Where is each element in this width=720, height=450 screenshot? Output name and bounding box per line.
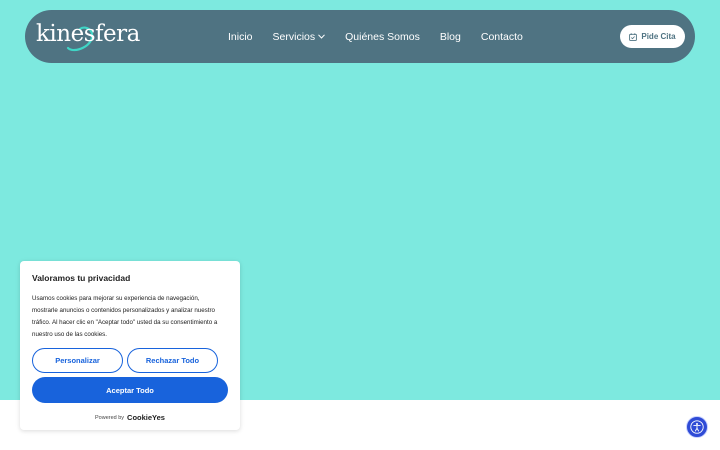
nav-inicio[interactable]: Inicio bbox=[228, 31, 253, 43]
customize-button[interactable]: Personalizar bbox=[32, 348, 123, 373]
nav-servicios-label: Servicios bbox=[272, 30, 316, 43]
powered-by-text: Powered by bbox=[95, 414, 125, 421]
accessibility-icon bbox=[690, 420, 704, 434]
nav-blog[interactable]: Blog bbox=[440, 31, 461, 43]
pide-cita-label: Pide Cita bbox=[641, 32, 676, 41]
nav-quienes-somos[interactable]: Quiénes Somos bbox=[345, 31, 420, 43]
nav-contacto[interactable]: Contacto bbox=[481, 31, 523, 43]
accept-all-label: Aceptar Todo bbox=[106, 385, 154, 395]
nav-inicio-label: Inicio bbox=[228, 30, 253, 43]
logo-text: kinesfera bbox=[36, 21, 140, 47]
pide-cita-button[interactable]: Pide Cita bbox=[620, 25, 685, 48]
cookieyes-logo[interactable]: CookieYes bbox=[127, 413, 165, 422]
cookie-button-row: Personalizar Rechazar Todo bbox=[32, 348, 218, 373]
main-nav: Inicio Servicios Quiénes Somos Blog Cont… bbox=[228, 10, 543, 63]
nav-blog-label: Blog bbox=[439, 30, 461, 43]
site-logo[interactable]: kinesfera bbox=[36, 18, 140, 56]
powered-by: Powered by CookieYes bbox=[20, 413, 240, 422]
cookie-consent-banner: Valoramos tu privacidad Usamos cookies p… bbox=[20, 261, 240, 430]
chevron-down-icon bbox=[318, 34, 325, 39]
accessibility-button[interactable] bbox=[686, 416, 708, 438]
nav-servicios[interactable]: Servicios bbox=[273, 31, 326, 43]
cookie-title: Valoramos tu privacidad bbox=[32, 273, 131, 283]
reject-all-label: Rechazar Todo bbox=[145, 356, 200, 365]
accept-all-button[interactable]: Aceptar Todo bbox=[32, 377, 228, 403]
reject-all-button[interactable]: Rechazar Todo bbox=[127, 348, 218, 373]
nav-quienes-somos-label: Quiénes Somos bbox=[345, 30, 420, 43]
customize-label: Personalizar bbox=[55, 356, 100, 365]
cookie-description: Usamos cookies para mejorar su experienc… bbox=[32, 295, 218, 338]
nav-contacto-label: Contacto bbox=[480, 30, 523, 43]
calendar-icon bbox=[629, 32, 638, 41]
top-navbar: kinesfera Inicio Servicios Quiénes Somos… bbox=[25, 10, 695, 63]
